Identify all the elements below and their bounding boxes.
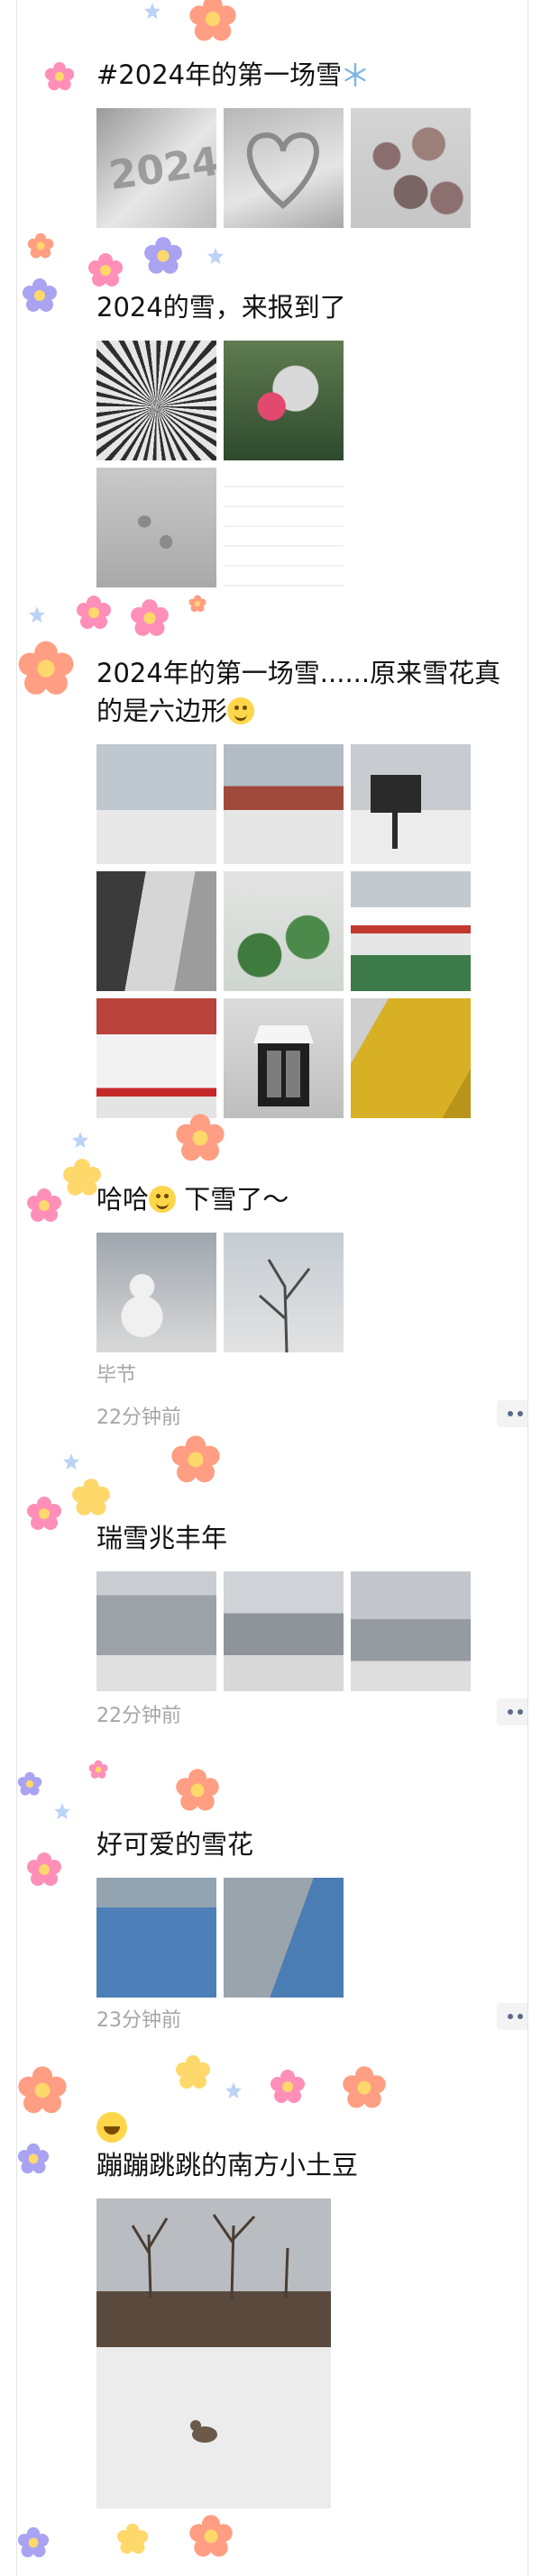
photo-city-skyline[interactable] [224, 1571, 344, 1691]
post-text: 2024的雪，来报到了 [96, 292, 346, 323]
post-text: 瑞雪兆丰年 [96, 1523, 228, 1553]
photo-snowman[interactable] [96, 1233, 216, 1352]
flower-decoration-icon [76, 595, 112, 631]
flower-decoration-icon [26, 1852, 62, 1888]
more-dot-icon [508, 2014, 513, 2019]
photo-snowflake-closeup[interactable] [224, 1878, 344, 1998]
photo-snow-plant[interactable] [96, 341, 216, 460]
post-text: #2024年的第一场雪 [96, 56, 511, 94]
flower-decoration-icon [17, 2141, 50, 2177]
more-button[interactable] [497, 1698, 527, 1725]
post-text-content: 哈哈 [96, 1184, 150, 1215]
flower-decoration-icon [175, 1768, 220, 1813]
post-text-content: 下雪了～ [176, 1184, 289, 1215]
photo-snow-2024[interactable]: 2024 [96, 108, 216, 228]
post-text: 蹦蹦跳跳的南方小土豆 [96, 2150, 359, 2180]
star-decoration-icon [71, 1131, 89, 1149]
flower-decoration-icon [26, 1188, 62, 1224]
flower-decoration-icon [17, 1766, 42, 1802]
flower-decoration-icon [143, 236, 183, 276]
flower-decoration-icon [175, 2054, 211, 2090]
flower-decoration-icon [175, 1113, 225, 1163]
star-decoration-icon [62, 1452, 80, 1470]
more-dot-icon [508, 1709, 513, 1715]
flower-decoration-icon [17, 640, 75, 697]
more-dot-icon [518, 1411, 523, 1416]
snowflake-icon [344, 62, 366, 87]
photo-campus-snow[interactable] [96, 744, 216, 864]
svg-text:2024: 2024 [106, 139, 216, 200]
post-text: 2024年的第一场雪......原来雪花真 的是六边形 [96, 654, 511, 730]
photo-snow-branch[interactable] [224, 1233, 344, 1352]
photo-city-towers[interactable] [351, 1571, 471, 1691]
flower-decoration-icon [22, 278, 58, 314]
post-text-line: 2024年的第一场雪......原来雪花真 [96, 658, 501, 688]
photo-building-snow[interactable] [224, 744, 344, 864]
star-decoration-icon [225, 2081, 243, 2099]
post-text-content: #2024年的第一场雪 [96, 59, 343, 90]
more-button[interactable] [497, 2003, 527, 2030]
photo-shop-front[interactable] [351, 871, 471, 991]
flower-decoration-icon [270, 2069, 306, 2105]
moments-feed: #2024年的第一场雪 2024 2024的雪，来报到了 2024年的第一场雪.… [16, 0, 528, 2576]
flower-decoration-icon [17, 2065, 68, 2116]
post-text-line: 的是六边形 [96, 696, 228, 726]
flower-decoration-icon [44, 61, 75, 92]
photo-signboard-snow[interactable] [351, 744, 471, 864]
laughing-icon [149, 1186, 177, 1213]
more-dot-icon [508, 1411, 513, 1416]
photo-snow-leaves[interactable] [351, 108, 471, 228]
flower-decoration-icon [26, 1496, 62, 1532]
star-decoration-icon [143, 2, 161, 20]
post-text: 好可爱的雪花 [96, 1829, 254, 1860]
more-dot-icon [518, 2014, 523, 2019]
timestamp: 22分钟前 [96, 1705, 181, 1727]
flower-decoration-icon [80, 1760, 116, 1780]
photo-snow-footprints[interactable] [96, 468, 216, 587]
star-decoration-icon [53, 1802, 71, 1820]
flower-decoration-icon [116, 2523, 149, 2555]
flower-decoration-icon [179, 595, 215, 613]
photo-street-trees[interactable] [96, 871, 216, 991]
photo-snowflake-sleeve[interactable] [96, 1878, 216, 1998]
star-decoration-icon [206, 247, 225, 265]
photo-city-snow[interactable] [96, 1571, 216, 1691]
flower-decoration-icon [188, 2514, 234, 2559]
post-text: 哈哈 下雪了～ [96, 1180, 511, 1218]
joy-icon [96, 2112, 127, 2143]
photo-dog-snow[interactable] [96, 2198, 331, 2508]
photo-snow-camellia[interactable] [224, 341, 344, 460]
flower-decoration-icon [71, 1478, 111, 1517]
photo-yellow-object[interactable] [351, 998, 471, 1118]
photo-snow-heart[interactable] [224, 108, 344, 228]
flower-decoration-icon [342, 2065, 387, 2110]
flower-decoration-icon [17, 232, 64, 259]
smile-icon [227, 697, 255, 724]
more-dot-icon [518, 1709, 523, 1715]
photo-car-snow[interactable] [96, 998, 216, 1118]
star-decoration-icon [28, 605, 46, 624]
flower-decoration-icon [130, 598, 170, 638]
photo-snow-shrub[interactable] [224, 871, 344, 991]
location-label[interactable]: 毕节 [96, 1359, 136, 1388]
more-button[interactable] [497, 1400, 527, 1427]
timestamp: 23分钟前 [96, 2009, 181, 2032]
flower-decoration-icon [87, 252, 124, 288]
photo-weather-forecast[interactable] [224, 468, 344, 587]
flower-decoration-icon [188, 0, 237, 43]
photo-lamp-snow[interactable] [224, 998, 344, 1118]
timestamp: 22分钟前 [96, 1406, 181, 1429]
flower-decoration-icon [17, 2526, 50, 2559]
flower-decoration-icon [170, 1434, 221, 1485]
